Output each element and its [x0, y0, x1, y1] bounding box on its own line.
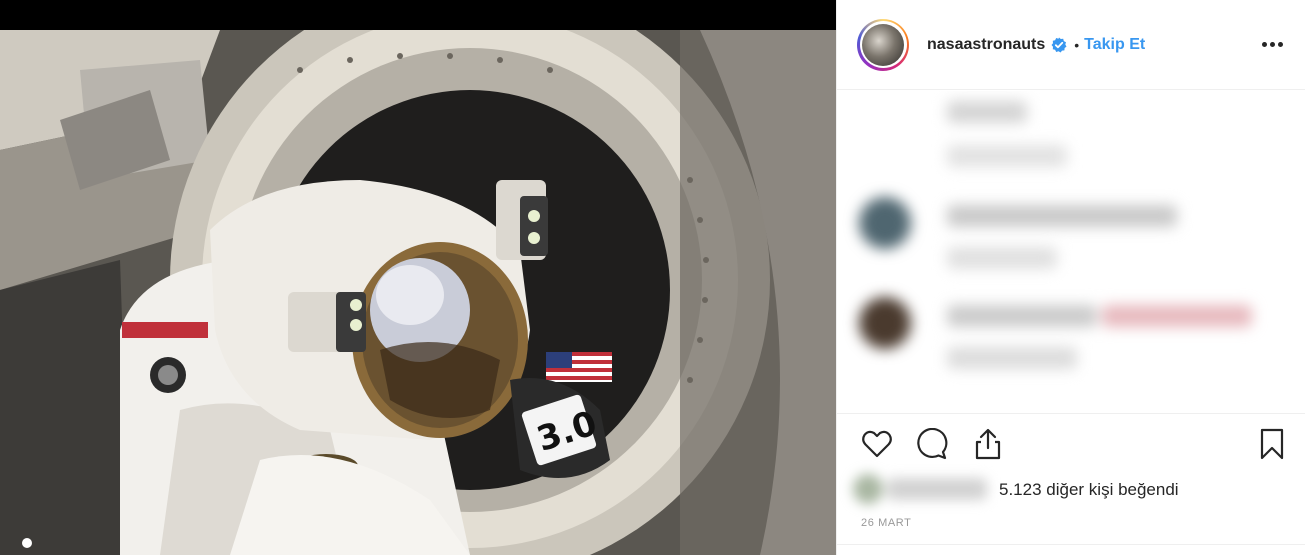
bookmark-icon[interactable] — [1254, 426, 1290, 462]
post-side-panel: nasaastronauts • Takip Et 5.123 diğer ki… — [836, 0, 1305, 555]
post-image-area: 3.0 — [0, 0, 836, 555]
verified-badge-icon — [1051, 37, 1067, 53]
story-ring[interactable] — [857, 18, 909, 71]
post-date[interactable]: 26 MART — [861, 517, 911, 529]
comments-list — [837, 91, 1305, 413]
more-options-icon[interactable] — [1260, 34, 1284, 54]
post-image[interactable]: 3.0 — [0, 30, 836, 555]
comment-item — [857, 91, 1277, 181]
share-icon[interactable] — [970, 426, 1006, 462]
likes-count-text[interactable]: 5.123 diğer kişi beğendi — [999, 480, 1179, 500]
author-username[interactable]: nasaastronauts — [927, 36, 1045, 54]
post-header: nasaastronauts • Takip Et — [837, 0, 1305, 90]
divider — [837, 544, 1305, 545]
comment-item — [857, 291, 1277, 381]
author-avatar — [862, 23, 904, 66]
comment-bubble-icon[interactable] — [914, 426, 950, 462]
follow-button[interactable]: Takip Et — [1084, 36, 1145, 54]
likers-avatars-blurred — [847, 470, 997, 508]
comment-item — [857, 191, 1277, 281]
image-top-bar — [0, 0, 836, 30]
post-actions — [837, 413, 1305, 473]
carousel-indicator — [22, 538, 32, 548]
astronaut-photo: 3.0 — [0, 30, 836, 555]
likes-summary: 5.123 diğer kişi beğendi — [837, 468, 1305, 512]
heart-icon[interactable] — [859, 426, 895, 462]
header-separator: • — [1074, 36, 1080, 53]
